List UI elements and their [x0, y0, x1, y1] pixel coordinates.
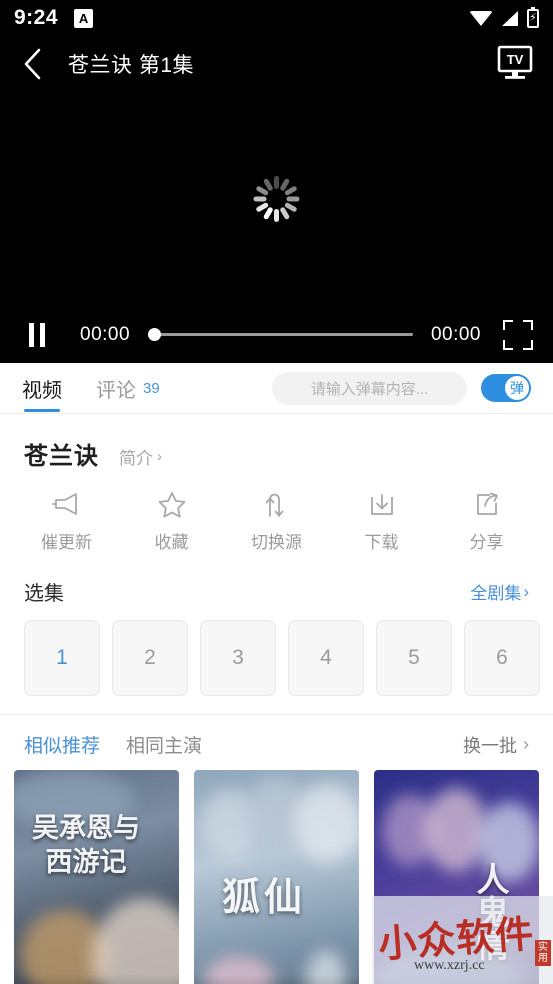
show-title-row: 苍兰诀 简介 › — [0, 414, 553, 471]
action-favorite[interactable]: 收藏 — [119, 489, 224, 553]
episode-item[interactable]: 6 — [464, 620, 540, 696]
share-icon — [473, 489, 501, 519]
episode-item[interactable]: 3 — [200, 620, 276, 696]
swap-icon — [264, 489, 290, 519]
wifi-icon — [469, 10, 493, 26]
status-bar: 9:24 A ⚡ — [0, 0, 553, 36]
refresh-label: 换一批 — [463, 735, 517, 756]
tv-cast-button[interactable]: TV — [493, 44, 537, 84]
action-switch-source[interactable]: 切换源 — [224, 489, 329, 553]
fullscreen-button[interactable] — [503, 319, 533, 350]
current-time: 00:00 — [80, 323, 131, 345]
episode-item[interactable]: 1 — [24, 620, 100, 696]
recommend-tab-bar: 相似推荐 相同主演 换一批 › — [0, 715, 553, 770]
episodes-title: 选集 — [24, 583, 64, 605]
action-switch-source-label: 切换源 — [251, 533, 302, 552]
page-title: 苍兰诀 第1集 — [68, 53, 195, 77]
tab-same-cast[interactable]: 相同主演 — [126, 731, 202, 758]
action-share-label: 分享 — [469, 533, 504, 552]
player-controls: 00:00 00:00 — [0, 306, 553, 363]
poster-title: 人鬼情 — [471, 862, 507, 961]
tab-video-label: 视频 — [22, 379, 62, 402]
back-chevron-icon — [24, 48, 41, 79]
action-remind-update[interactable]: 催更新 — [14, 489, 119, 553]
card-badge — [374, 974, 539, 984]
chevron-right-icon: › — [523, 734, 529, 754]
episodes-header: 选集 全剧集 › — [0, 567, 553, 606]
tab-video[interactable]: 视频 — [22, 363, 62, 414]
poster-title: 吴承恩与 西游记 — [32, 813, 140, 877]
recommend-card-list: 吴承恩与 西游记 更新至第46集 狐仙 全43集 人鬼情 — [0, 770, 553, 984]
app-screen: 9:24 A ⚡ 苍兰诀 第1集 TV 00:00 00:00 视频 评论 39… — [0, 0, 553, 984]
action-remind-update-label: 催更新 — [41, 533, 92, 552]
card-badge: 更新至第46集 — [14, 974, 179, 984]
poster-art: 吴承恩与 西游记 — [14, 770, 179, 984]
show-title: 苍兰诀 — [24, 443, 99, 470]
duration-time: 00:00 — [430, 323, 481, 345]
all-episodes-label: 全剧集 — [470, 584, 522, 603]
nav-bar: 苍兰诀 第1集 TV — [0, 36, 553, 91]
content-tab-bar: 视频 评论 39 请输入弹幕内容... 弹 — [0, 363, 553, 414]
poster-art: 狐仙 — [194, 770, 359, 984]
danmaku-input[interactable]: 请输入弹幕内容... — [272, 371, 467, 405]
card-badge: 全43集 — [194, 974, 359, 984]
action-row: 催更新 收藏 切换源 下载 分享 — [0, 471, 553, 567]
chevron-right-icon: › — [523, 581, 529, 601]
danmaku-toggle-knob: 弹 — [504, 375, 530, 401]
pause-button[interactable] — [20, 322, 54, 347]
tab-similar[interactable]: 相似推荐 — [24, 731, 100, 758]
action-favorite-label: 收藏 — [154, 533, 189, 552]
status-clock: 9:24 — [14, 6, 59, 29]
action-download-label: 下载 — [364, 533, 399, 552]
seek-track — [148, 333, 413, 336]
refresh-recommendations-button[interactable]: 换一批 › — [463, 732, 529, 758]
tab-comments-label: 评论 — [96, 379, 136, 402]
recommend-card[interactable]: 吴承恩与 西游记 更新至第46集 — [14, 770, 179, 984]
poster-art: 人鬼情 — [374, 770, 539, 984]
brief-link[interactable]: 简介 › — [119, 444, 162, 469]
megaphone-icon — [51, 489, 82, 519]
tab-comments[interactable]: 评论 39 — [96, 363, 160, 414]
fullscreen-icon — [503, 319, 513, 330]
download-icon — [368, 489, 396, 519]
brief-label: 简介 — [119, 449, 153, 468]
episode-strip[interactable]: 1 2 3 4 5 6 — [0, 606, 553, 714]
seek-bar[interactable] — [148, 325, 413, 345]
danmaku-placeholder: 请输入弹幕内容... — [310, 380, 429, 398]
video-player-surface[interactable] — [0, 91, 553, 306]
all-episodes-link[interactable]: 全剧集 › — [470, 579, 529, 604]
action-download[interactable]: 下载 — [329, 489, 434, 553]
pause-icon-bar2 — [40, 322, 45, 347]
recommend-card[interactable]: 狐仙 全43集 — [194, 770, 359, 984]
status-icons: ⚡ — [469, 6, 539, 28]
back-button[interactable] — [16, 47, 50, 81]
svg-text:TV: TV — [507, 52, 524, 67]
star-icon — [158, 489, 186, 519]
comment-count: 39 — [143, 379, 160, 397]
signal-icon — [502, 10, 518, 26]
tv-cast-icon: TV — [497, 45, 533, 79]
loading-spinner — [253, 175, 300, 222]
episode-item[interactable]: 5 — [376, 620, 452, 696]
seek-thumb[interactable] — [148, 328, 162, 341]
episode-item[interactable]: 2 — [112, 620, 188, 696]
chevron-right-icon: › — [157, 448, 162, 465]
battery-charging-icon: ⚡ — [527, 6, 539, 28]
pause-icon — [29, 322, 34, 347]
recommend-card[interactable]: 人鬼情 — [374, 770, 539, 984]
danmaku-toggle[interactable]: 弹 — [481, 374, 531, 402]
action-share[interactable]: 分享 — [434, 489, 539, 553]
poster-title: 狐仙 — [222, 877, 307, 919]
app-notification-icon: A — [74, 8, 94, 28]
episode-item[interactable]: 4 — [288, 620, 364, 696]
